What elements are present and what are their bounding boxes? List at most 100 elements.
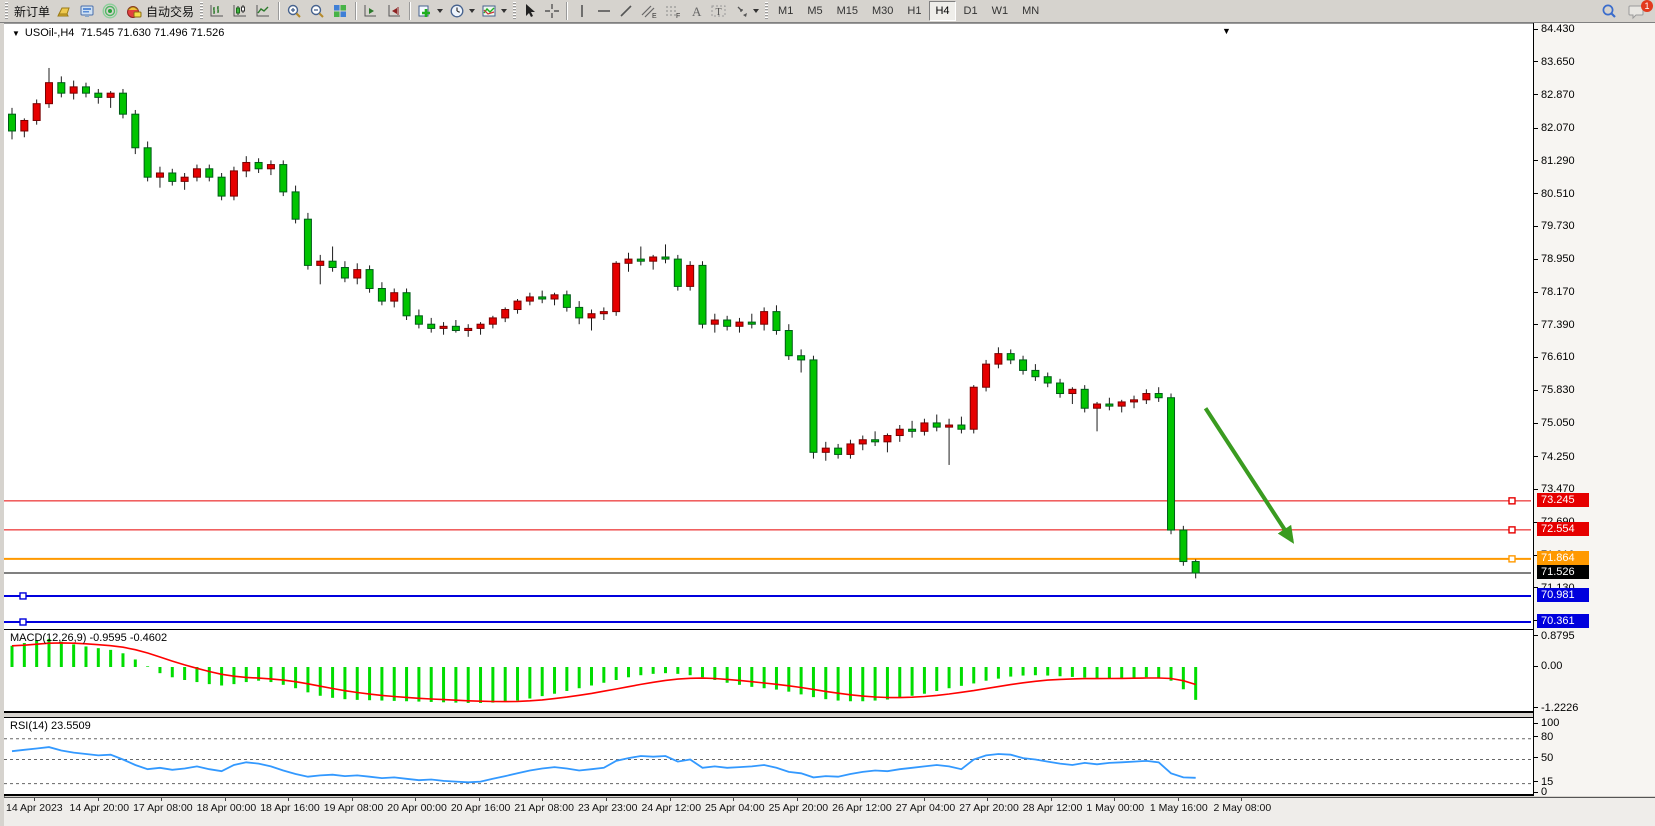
fibonacci-icon[interactable]: F (661, 1, 685, 21)
indicators-button[interactable] (478, 1, 510, 21)
axis-tick-label: 77.390 (1534, 319, 1575, 331)
time-axis-label: 1 May 16:00 (1150, 802, 1208, 814)
period-clock-button[interactable] (446, 1, 478, 21)
search-icon[interactable] (1597, 1, 1621, 21)
timeframe-button-M5[interactable]: M5 (801, 1, 828, 21)
macd-panel[interactable]: MACD(12,26,9) -0.9595 -0.4602 (4, 630, 1533, 713)
tick-mark (1534, 423, 1538, 424)
timeframe-button-M1[interactable]: M1 (772, 1, 799, 21)
timeframe-button-W1[interactable]: W1 (986, 1, 1015, 21)
crosshair-icon[interactable] (541, 1, 563, 21)
rsi-panel[interactable]: RSI(14) 23.5509 (4, 717, 1533, 796)
tick-mark (1534, 292, 1538, 293)
tick-mark (1534, 94, 1538, 95)
time-tick-mark (225, 798, 226, 801)
time-axis[interactable]: 14 Apr 202314 Apr 20:0017 Apr 08:0018 Ap… (4, 797, 1655, 826)
axis-tick-label: 76.610 (1534, 351, 1575, 363)
zoom-in-icon[interactable] (283, 1, 306, 21)
axis-tick-label: 0.8795 (1534, 630, 1575, 642)
candlestick-icon[interactable] (229, 1, 252, 21)
trendline-icon[interactable] (615, 1, 637, 21)
time-tick-mark (352, 798, 353, 801)
chevron-down-icon[interactable] (501, 9, 507, 13)
toolbar: 新订单 自动交易 (0, 0, 1655, 23)
chevron-down-icon[interactable] (753, 9, 759, 13)
timeframe-button-H1[interactable]: H1 (901, 1, 927, 21)
svg-text:T: T (716, 7, 722, 18)
autotrade-button[interactable]: 自动交易 (122, 1, 197, 21)
price-tag-72.554: 72.554 (1537, 522, 1589, 536)
axis-tick-label: 74.250 (1534, 451, 1575, 463)
terminal-icon[interactable] (76, 1, 99, 21)
time-tick-mark (797, 798, 798, 801)
axis-tick-label: 75.830 (1534, 384, 1575, 396)
timeframe-button-H4[interactable]: H4 (929, 1, 955, 21)
toolbar-drag-handle[interactable] (764, 2, 769, 20)
macd-chart[interactable] (4, 630, 1531, 711)
svg-text:E: E (652, 13, 657, 19)
time-tick-mark (34, 798, 35, 801)
text-icon[interactable]: A (685, 1, 707, 21)
time-axis-label: 2 May 08:00 (1213, 802, 1271, 814)
toolbar-drag-handle[interactable] (4, 2, 9, 20)
time-tick-mark (606, 798, 607, 801)
cursor-icon[interactable] (519, 1, 541, 21)
line-chart-icon[interactable] (252, 1, 275, 21)
time-axis-label: 17 Apr 08:00 (133, 802, 193, 814)
axis-tick-label: -1.2226 (1534, 702, 1578, 714)
zoom-out-icon[interactable] (306, 1, 329, 21)
time-axis-label: 27 Apr 04:00 (896, 802, 956, 814)
candlestick-chart[interactable] (4, 24, 1531, 629)
svg-text:F: F (676, 13, 680, 19)
timeframe-group: M1M5M15M30H1H4D1W1MN (771, 1, 1046, 21)
profile-prev-icon[interactable] (383, 1, 406, 21)
chevron-down-icon[interactable] (469, 9, 475, 13)
arrows-icon[interactable] (731, 1, 762, 21)
time-tick-mark (288, 798, 289, 801)
time-tick-mark (924, 798, 925, 801)
price-chart-panel[interactable]: ▼ USOil-,H4 71.545 71.630 71.496 71.526 ▼ (4, 23, 1533, 630)
gold-ingot-icon[interactable] (53, 1, 76, 21)
chart-title: ▼ USOil-,H4 71.545 71.630 71.496 71.526 (12, 27, 224, 39)
toolbar-drag-handle[interactable] (512, 2, 517, 20)
time-tick-mark (542, 798, 543, 801)
text-label-icon[interactable]: T (707, 1, 731, 21)
time-axis-label: 18 Apr 00:00 (197, 802, 257, 814)
tick-mark (1534, 128, 1538, 129)
profile-next-icon[interactable] (360, 1, 383, 21)
chat-icon[interactable]: 1 (1625, 1, 1649, 21)
timeframe-button-M15[interactable]: M15 (831, 1, 864, 21)
channel-icon[interactable]: E (637, 1, 661, 21)
axis-tick-label: 78.170 (1534, 286, 1575, 298)
axis-tick-label: 100 (1534, 717, 1559, 729)
price-axis[interactable]: 84.43083.65082.87082.07081.29080.51079.7… (1533, 23, 1655, 796)
autotrade-label: 自动交易 (146, 3, 194, 20)
new-chart-button[interactable] (414, 1, 446, 21)
signal-icon[interactable] (99, 1, 122, 21)
chart-workspace: ▼ USOil-,H4 71.545 71.630 71.496 71.526 ▼… (0, 23, 1655, 825)
chart-symbol-period: USOil-,H4 (25, 27, 75, 39)
time-axis-label: 14 Apr 20:00 (70, 802, 130, 814)
timeframe-button-MN[interactable]: MN (1016, 1, 1045, 21)
vertical-line-icon[interactable] (571, 1, 593, 21)
tick-mark (1534, 781, 1538, 782)
time-axis-label: 23 Apr 23:00 (578, 802, 638, 814)
rsi-chart[interactable] (4, 718, 1531, 794)
timeframe-button-D1[interactable]: D1 (958, 1, 984, 21)
axis-tick-label: 83.650 (1534, 56, 1575, 68)
axis-tick-label: 50 (1534, 752, 1553, 764)
bar-chart-icon[interactable] (206, 1, 229, 21)
timeframe-button-M30[interactable]: M30 (866, 1, 899, 21)
time-tick-mark (1114, 798, 1115, 801)
tile-windows-icon[interactable] (329, 1, 352, 21)
price-tag-70.361: 70.361 (1537, 614, 1589, 628)
time-axis-label: 27 Apr 20:00 (959, 802, 1019, 814)
chevron-down-icon[interactable]: ▼ (12, 29, 20, 38)
chevron-down-icon[interactable] (437, 9, 443, 13)
new-order-button[interactable]: 新订单 (11, 1, 53, 21)
time-tick-mark (1178, 798, 1179, 801)
toolbar-drag-handle[interactable] (199, 2, 204, 20)
chart-ohlc-values: 71.545 71.630 71.496 71.526 (81, 27, 225, 39)
time-tick-mark (415, 798, 416, 801)
horizontal-line-icon[interactable] (593, 1, 615, 21)
